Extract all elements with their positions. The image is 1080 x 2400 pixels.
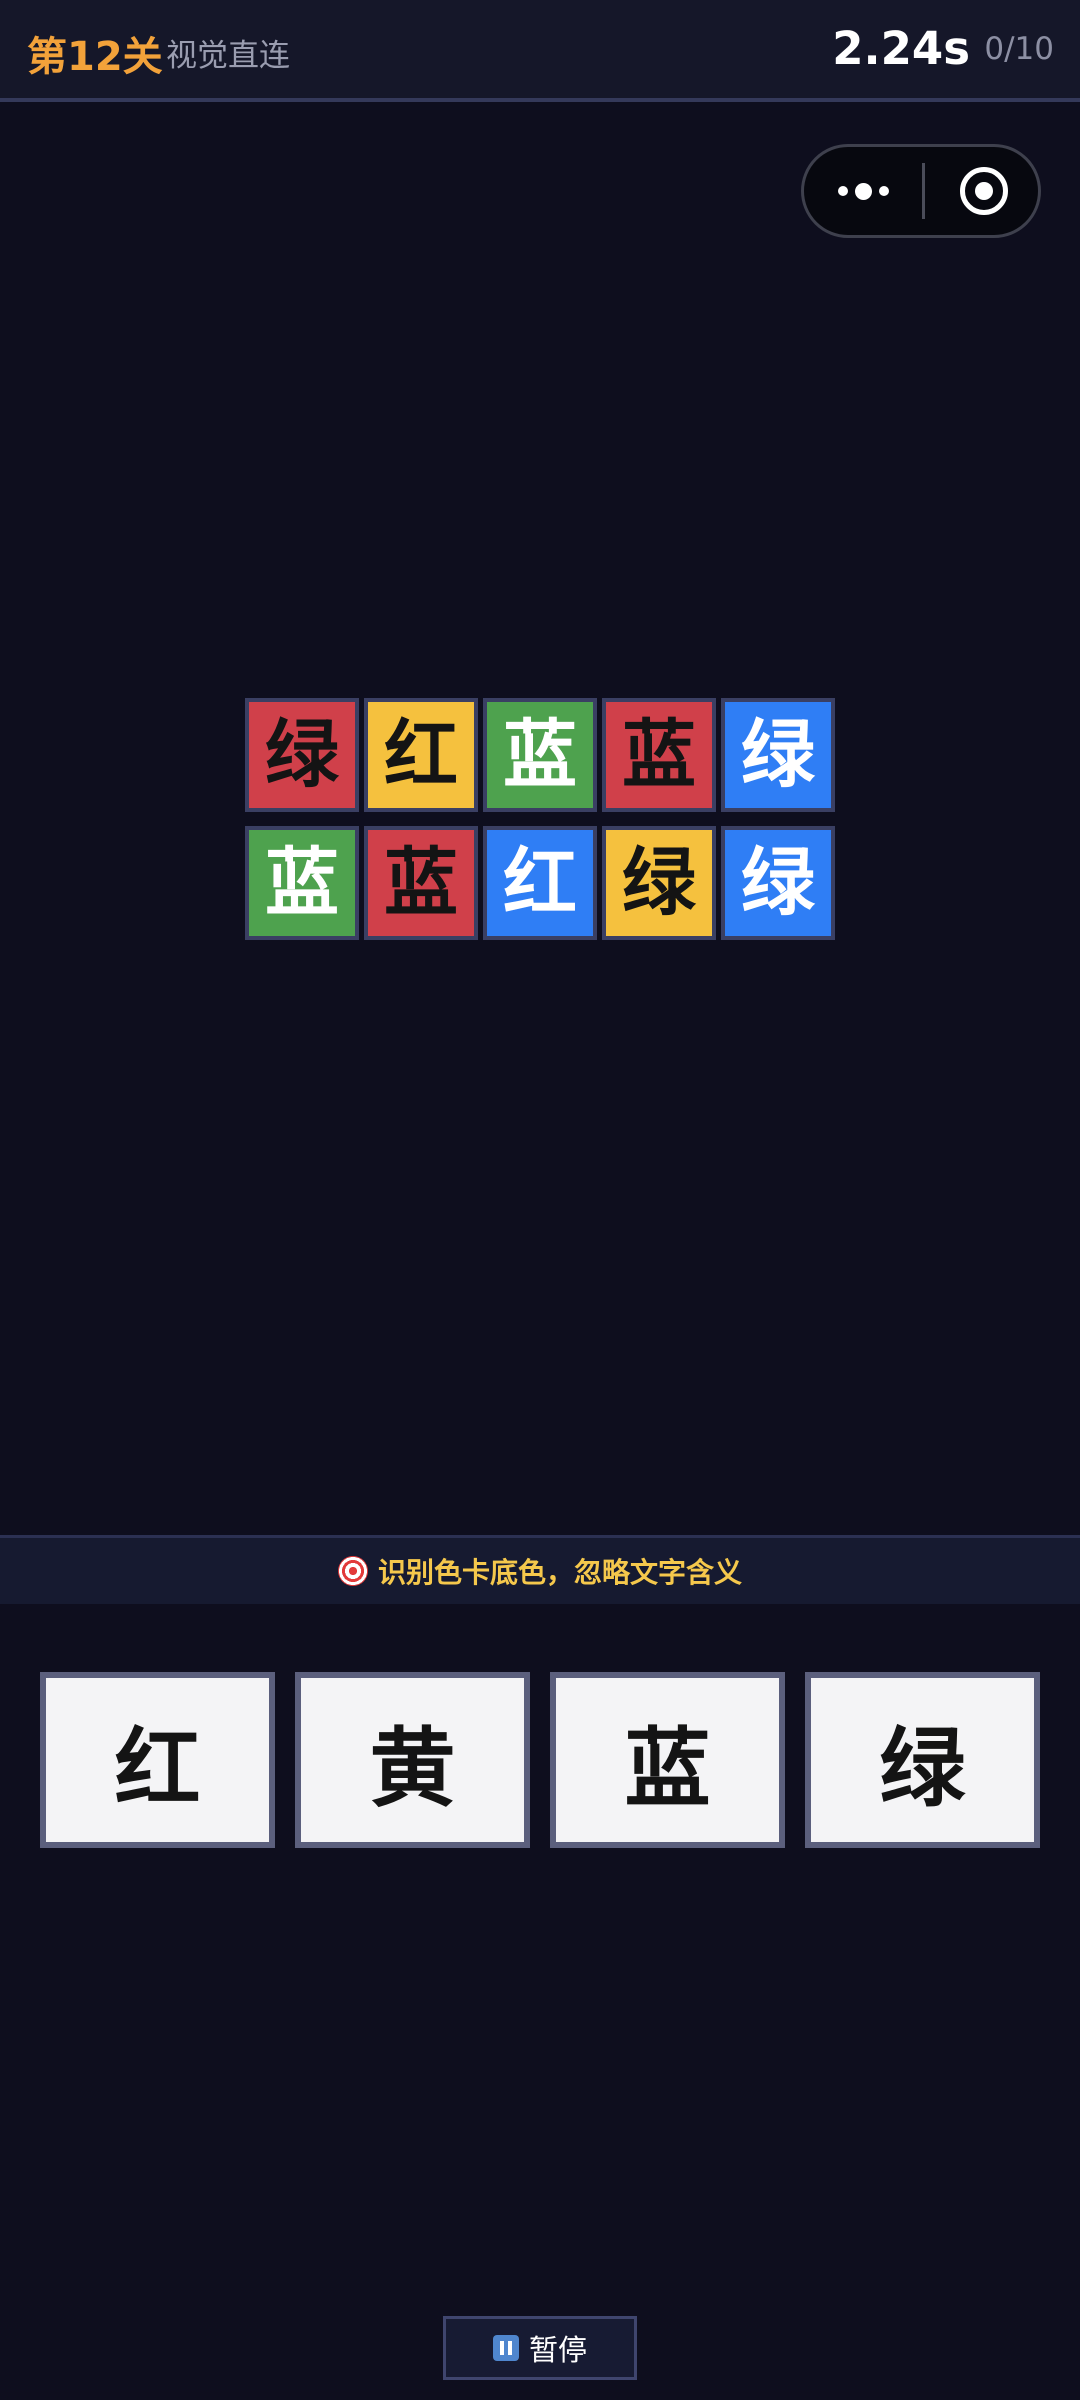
capsule-divider: [922, 163, 925, 219]
answer-button-red[interactable]: 红: [40, 1672, 275, 1848]
color-card: 绿: [721, 698, 835, 812]
close-mini-program-icon[interactable]: [960, 167, 1008, 215]
game-header: 第12关 视觉直连 2.24s 0/10: [0, 0, 1080, 102]
answer-button-yellow[interactable]: 黄: [295, 1672, 530, 1848]
pause-label: 暂停: [528, 2333, 587, 2367]
color-card: 蓝: [364, 826, 478, 940]
progress-counter: 0/10: [984, 31, 1054, 67]
hint-bar: 识别色卡底色，忽略文字含义: [0, 1535, 1080, 1604]
game-screen: 第12关 视觉直连 2.24s 0/10 绿 红 蓝 蓝 绿 蓝 蓝 红 绿 绿…: [0, 0, 1080, 2400]
color-card: 蓝: [483, 698, 597, 812]
hint-text: 识别色卡底色，忽略文字含义: [377, 1556, 742, 1589]
answer-options: 红 黄 蓝 绿: [40, 1672, 1040, 1848]
color-card: 绿: [602, 826, 716, 940]
color-card-grid: 绿 红 蓝 蓝 绿 蓝 蓝 红 绿 绿: [245, 698, 836, 940]
color-card: 红: [483, 826, 597, 940]
answer-button-blue[interactable]: 蓝: [550, 1672, 785, 1848]
color-card: 蓝: [602, 698, 716, 812]
pause-icon: [492, 2335, 519, 2361]
color-card: 绿: [245, 698, 359, 812]
level-label: 第12关: [27, 34, 163, 80]
more-options-icon[interactable]: [804, 147, 922, 235]
color-card: 绿: [721, 826, 835, 940]
timer: 2.24s: [832, 22, 970, 75]
color-card: 红: [364, 698, 478, 812]
mini-program-capsule: [801, 144, 1041, 238]
pause-button[interactable]: 暂停: [443, 2316, 637, 2380]
color-card: 蓝: [245, 826, 359, 940]
target-icon: [337, 1556, 368, 1586]
answer-button-green[interactable]: 绿: [805, 1672, 1040, 1848]
mode-label: 视觉直连: [166, 38, 290, 74]
